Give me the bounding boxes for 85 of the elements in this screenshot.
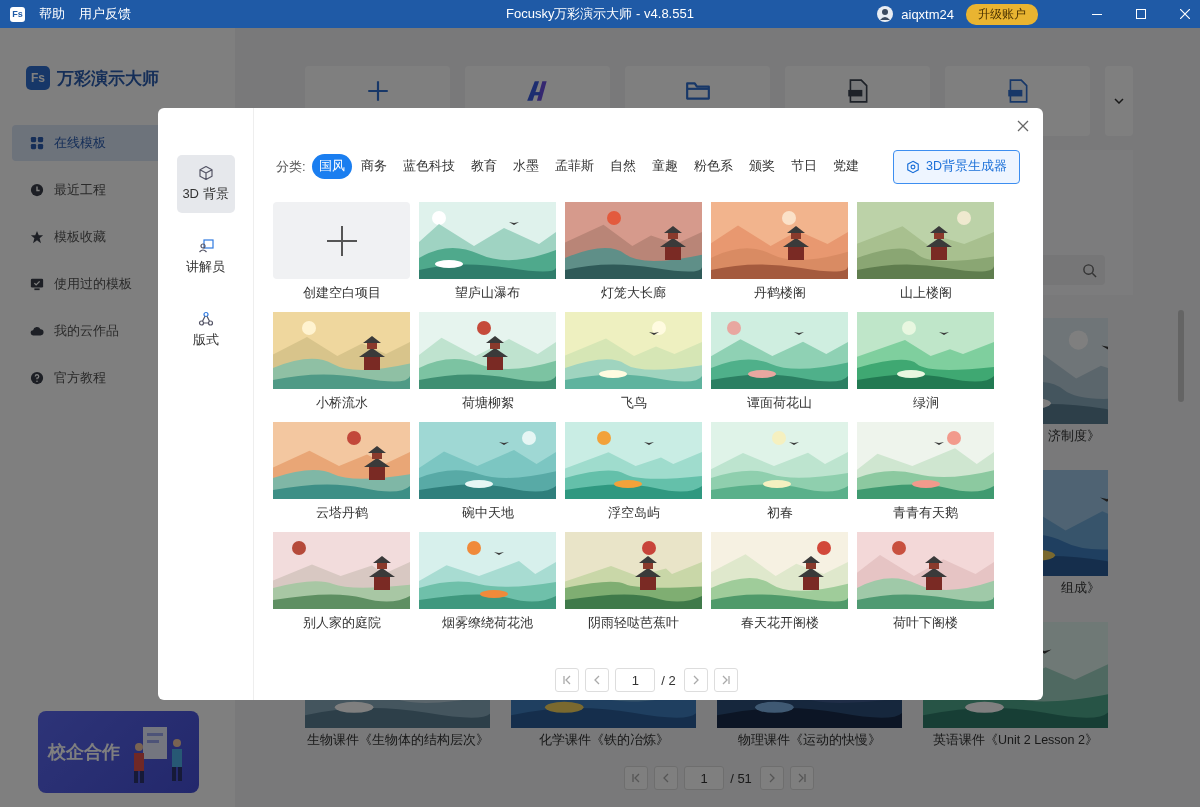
- category-chip[interactable]: 童趣: [644, 154, 685, 179]
- previous-page-button[interactable]: [585, 668, 610, 692]
- template-title: 浮空岛屿: [606, 505, 661, 522]
- first-page-icon: [631, 773, 642, 783]
- app-logo-text: 万彩演示大师: [57, 67, 159, 90]
- page-total: / 2: [661, 672, 676, 688]
- last-page-button[interactable]: [789, 766, 814, 790]
- category-chip[interactable]: 教育: [463, 154, 504, 179]
- template-title: 小桥流水: [314, 395, 369, 412]
- template-title: 初春: [765, 505, 794, 522]
- template-title: 碗中天地: [460, 505, 515, 522]
- next-page-button[interactable]: [683, 668, 708, 692]
- template-title: 荷叶下阁楼: [892, 615, 959, 632]
- template-title: 山上楼阁: [898, 285, 953, 302]
- template-title: 别人家的庭院: [301, 615, 382, 632]
- category-chip[interactable]: 孟菲斯: [547, 154, 601, 179]
- star-icon: [30, 230, 44, 244]
- help-icon: [30, 371, 44, 385]
- category-chip[interactable]: 蓝色科技: [395, 154, 462, 179]
- first-page-button[interactable]: [555, 668, 580, 692]
- category-chip[interactable]: 水墨: [505, 154, 546, 179]
- category-label: 分类:: [276, 157, 306, 176]
- template-title: 云塔丹鹤: [314, 505, 369, 522]
- monitor-check-icon: [30, 277, 44, 291]
- page-input[interactable]: 1: [684, 766, 725, 790]
- template-title: 望庐山瀑布: [454, 285, 521, 302]
- template-title: 飞鸟: [619, 395, 648, 412]
- template-title: 英语课件《Unit 2 Lesson 2》: [932, 732, 1099, 749]
- clock-icon: [30, 183, 44, 197]
- category-chip[interactable]: 自然: [602, 154, 643, 179]
- template-title: 荷塘柳絮: [460, 395, 515, 412]
- page-total: / 51: [730, 770, 752, 786]
- first-page-button[interactable]: [624, 766, 649, 790]
- close-icon[interactable]: [1180, 9, 1190, 19]
- category-chip[interactable]: 国风: [311, 154, 352, 179]
- window-title: Focusky万彩演示大师 - v4.8.551: [506, 5, 694, 23]
- maximize-icon[interactable]: [1136, 9, 1146, 19]
- chevron-down-icon: [1114, 98, 1124, 104]
- generator-button[interactable]: 3D背景生成器: [893, 149, 1020, 184]
- hexagon-icon: [906, 159, 920, 174]
- last-page-icon: [720, 675, 731, 685]
- upgrade-button[interactable]: 升级账户: [966, 3, 1038, 25]
- template-title: 绿涧: [911, 395, 940, 412]
- template-title: 济制度》: [1047, 428, 1101, 445]
- template-title: 物理课件《运动的快慢》: [737, 732, 882, 749]
- template-title: 春天花开阁楼: [739, 615, 820, 632]
- grid-icon: [30, 136, 44, 150]
- template-title: 青青有天鹅: [892, 505, 959, 522]
- new-project-tile[interactable]: [273, 202, 410, 279]
- category-chip[interactable]: 节日: [783, 154, 824, 179]
- category-chip[interactable]: 颁奖: [741, 154, 782, 179]
- category-chip[interactable]: 商务: [353, 154, 394, 179]
- nodes-icon: [197, 311, 214, 327]
- menu-item[interactable]: 用户反馈: [79, 5, 131, 23]
- dialog-tab[interactable]: 版式: [176, 301, 235, 359]
- close-icon: [1017, 120, 1029, 132]
- page-input[interactable]: 1: [615, 668, 656, 692]
- template-title: 丹鹤楼阁: [752, 285, 807, 302]
- banner-title: 校企合作: [48, 741, 120, 764]
- app-icon: Fs: [10, 6, 25, 22]
- search-icon[interactable]: [1082, 262, 1097, 278]
- last-page-icon: [796, 773, 807, 783]
- template-title: 阴雨轻哒芭蕉叶: [587, 615, 680, 632]
- category-chip[interactable]: 党建: [825, 154, 866, 179]
- presenter-icon: [197, 238, 214, 254]
- template-title: 化学课件《铁的冶炼》: [537, 732, 670, 749]
- first-page-icon: [562, 675, 573, 685]
- template-title: 烟雾缭绕荷花池: [441, 615, 534, 632]
- close-button[interactable]: [1017, 120, 1031, 134]
- dialog-tab[interactable]: 3D 背景: [176, 155, 235, 213]
- sidebar-item[interactable]: 官方教程: [12, 360, 235, 396]
- avatar-icon[interactable]: [877, 6, 894, 22]
- logo-icon: Fs: [26, 66, 50, 90]
- plus-icon: [325, 224, 358, 257]
- username[interactable]: aiqxtm24: [901, 6, 954, 22]
- menu-item[interactable]: 帮助: [39, 5, 65, 23]
- last-page-button[interactable]: [713, 668, 738, 692]
- template-title: 灯笼大长廊: [600, 285, 667, 302]
- template-title: 谭面荷花山: [746, 395, 813, 412]
- category-chip[interactable]: 粉色系: [686, 154, 740, 179]
- template-title: 生物课件《生物体的结构层次》: [305, 732, 490, 749]
- cube-icon: [197, 165, 214, 181]
- template-title: 创建空白项目: [301, 285, 382, 302]
- template-title: 组成》: [1060, 580, 1101, 597]
- cloud-icon: [30, 324, 44, 338]
